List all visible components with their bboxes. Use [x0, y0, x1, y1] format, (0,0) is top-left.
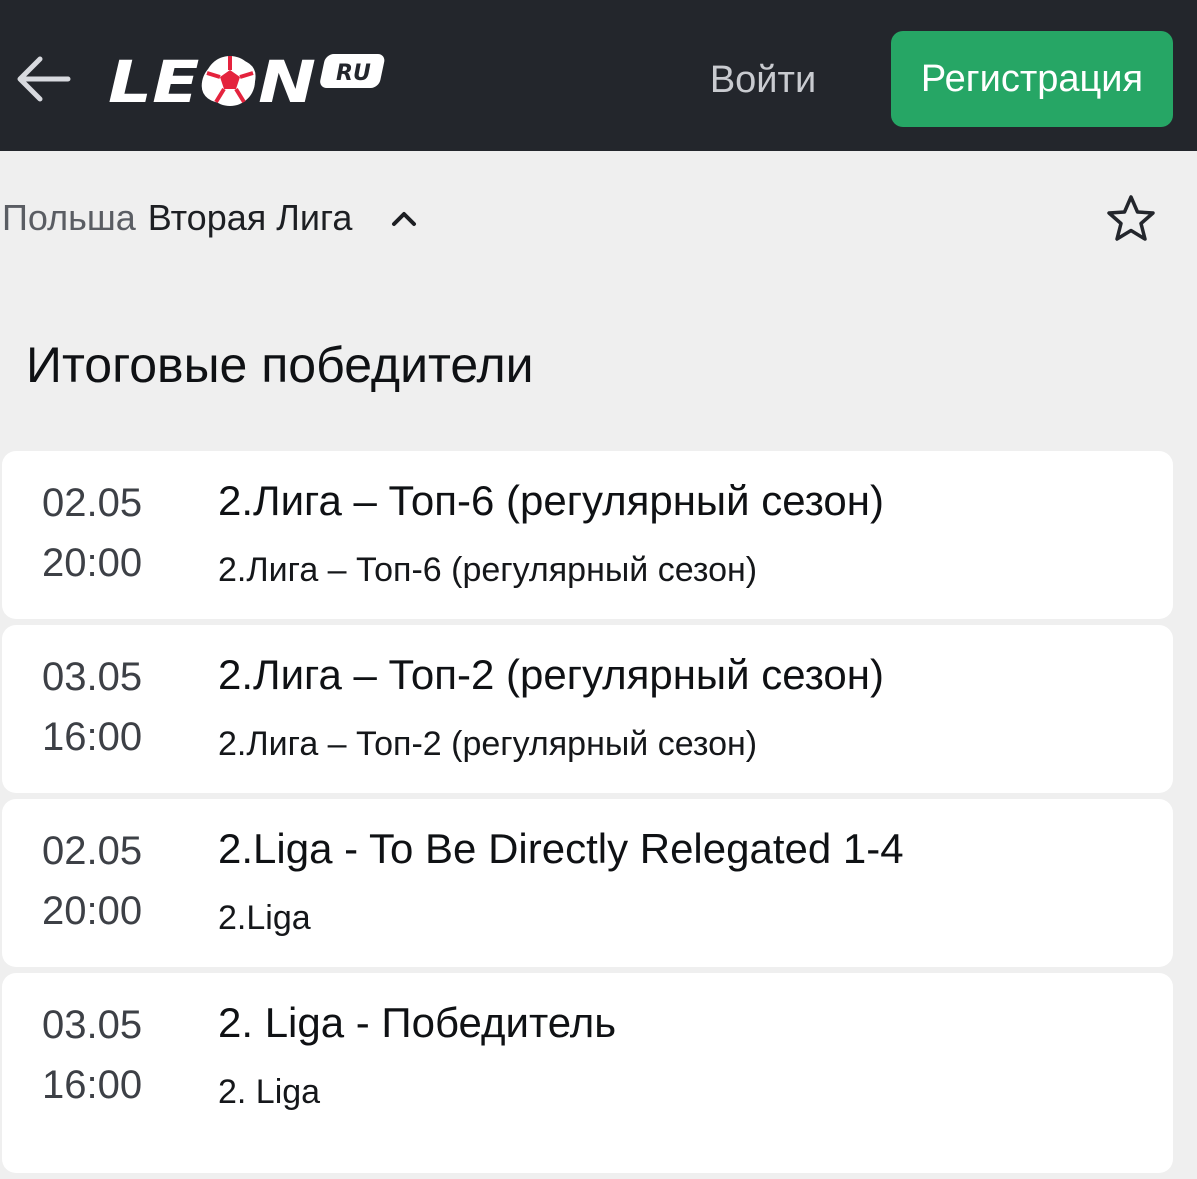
- event-card[interactable]: 03.05 16:00 2.Лига – Топ-2 (регулярный с…: [2, 625, 1173, 793]
- event-card[interactable]: 02.05 20:00 2.Лига – Топ-6 (регулярный с…: [2, 451, 1173, 619]
- breadcrumb-league: Вторая Лига: [147, 197, 353, 238]
- arrow-left-icon: [17, 56, 71, 102]
- event-name: 2.Liga - To Be Directly Relegated 1-4: [218, 825, 904, 872]
- register-button[interactable]: Регистрация: [891, 31, 1173, 127]
- event-time: 16:00: [42, 715, 143, 759]
- event-subtitle: 2.Лига – Топ-2 (регулярный сезон): [218, 725, 758, 763]
- section-title: Итоговые победители: [26, 337, 534, 393]
- star-outline-icon: [1107, 195, 1155, 241]
- event-card[interactable]: 03.05 16:00 2. Liga - Победитель 2. Liga: [2, 973, 1173, 1173]
- event-date: 02.05: [42, 829, 143, 873]
- event-date: 03.05: [42, 1003, 143, 1047]
- event-name: 2.Лига – Топ-6 (регулярный сезон): [218, 477, 884, 524]
- event-name: 2.Лига – Топ-2 (регулярный сезон): [218, 651, 884, 698]
- event-card[interactable]: 02.05 20:00 2.Liga - To Be Directly Rele…: [2, 799, 1173, 967]
- event-name: 2. Liga - Победитель: [218, 999, 617, 1046]
- event-time: 20:00: [42, 889, 143, 933]
- leon-logo[interactable]: LEON RU: [106, 44, 392, 116]
- event-subtitle: 2. Liga: [218, 1073, 321, 1111]
- soccer-ball-icon: [205, 56, 255, 106]
- top-header: LEON RU Войти Регистрация: [0, 0, 1197, 151]
- event-time: 16:00: [42, 1063, 143, 1107]
- favorite-button[interactable]: [1104, 192, 1158, 246]
- logo-badge: RU: [336, 61, 371, 86]
- breadcrumb-country: Польша: [2, 197, 136, 238]
- event-subtitle: 2.Liga: [218, 899, 311, 937]
- event-time: 20:00: [42, 541, 143, 585]
- chevron-up-icon[interactable]: [384, 198, 424, 238]
- event-subtitle: 2.Лига – Топ-6 (регулярный сезон): [218, 551, 758, 589]
- back-button[interactable]: [12, 52, 74, 106]
- event-list: 02.05 20:00 2.Лига – Топ-6 (регулярный с…: [2, 451, 1173, 1179]
- league-breadcrumb[interactable]: Польша Вторая Лига: [2, 188, 424, 248]
- event-date: 03.05: [42, 655, 143, 699]
- login-button[interactable]: Войти: [680, 40, 846, 120]
- event-date: 02.05: [42, 481, 143, 525]
